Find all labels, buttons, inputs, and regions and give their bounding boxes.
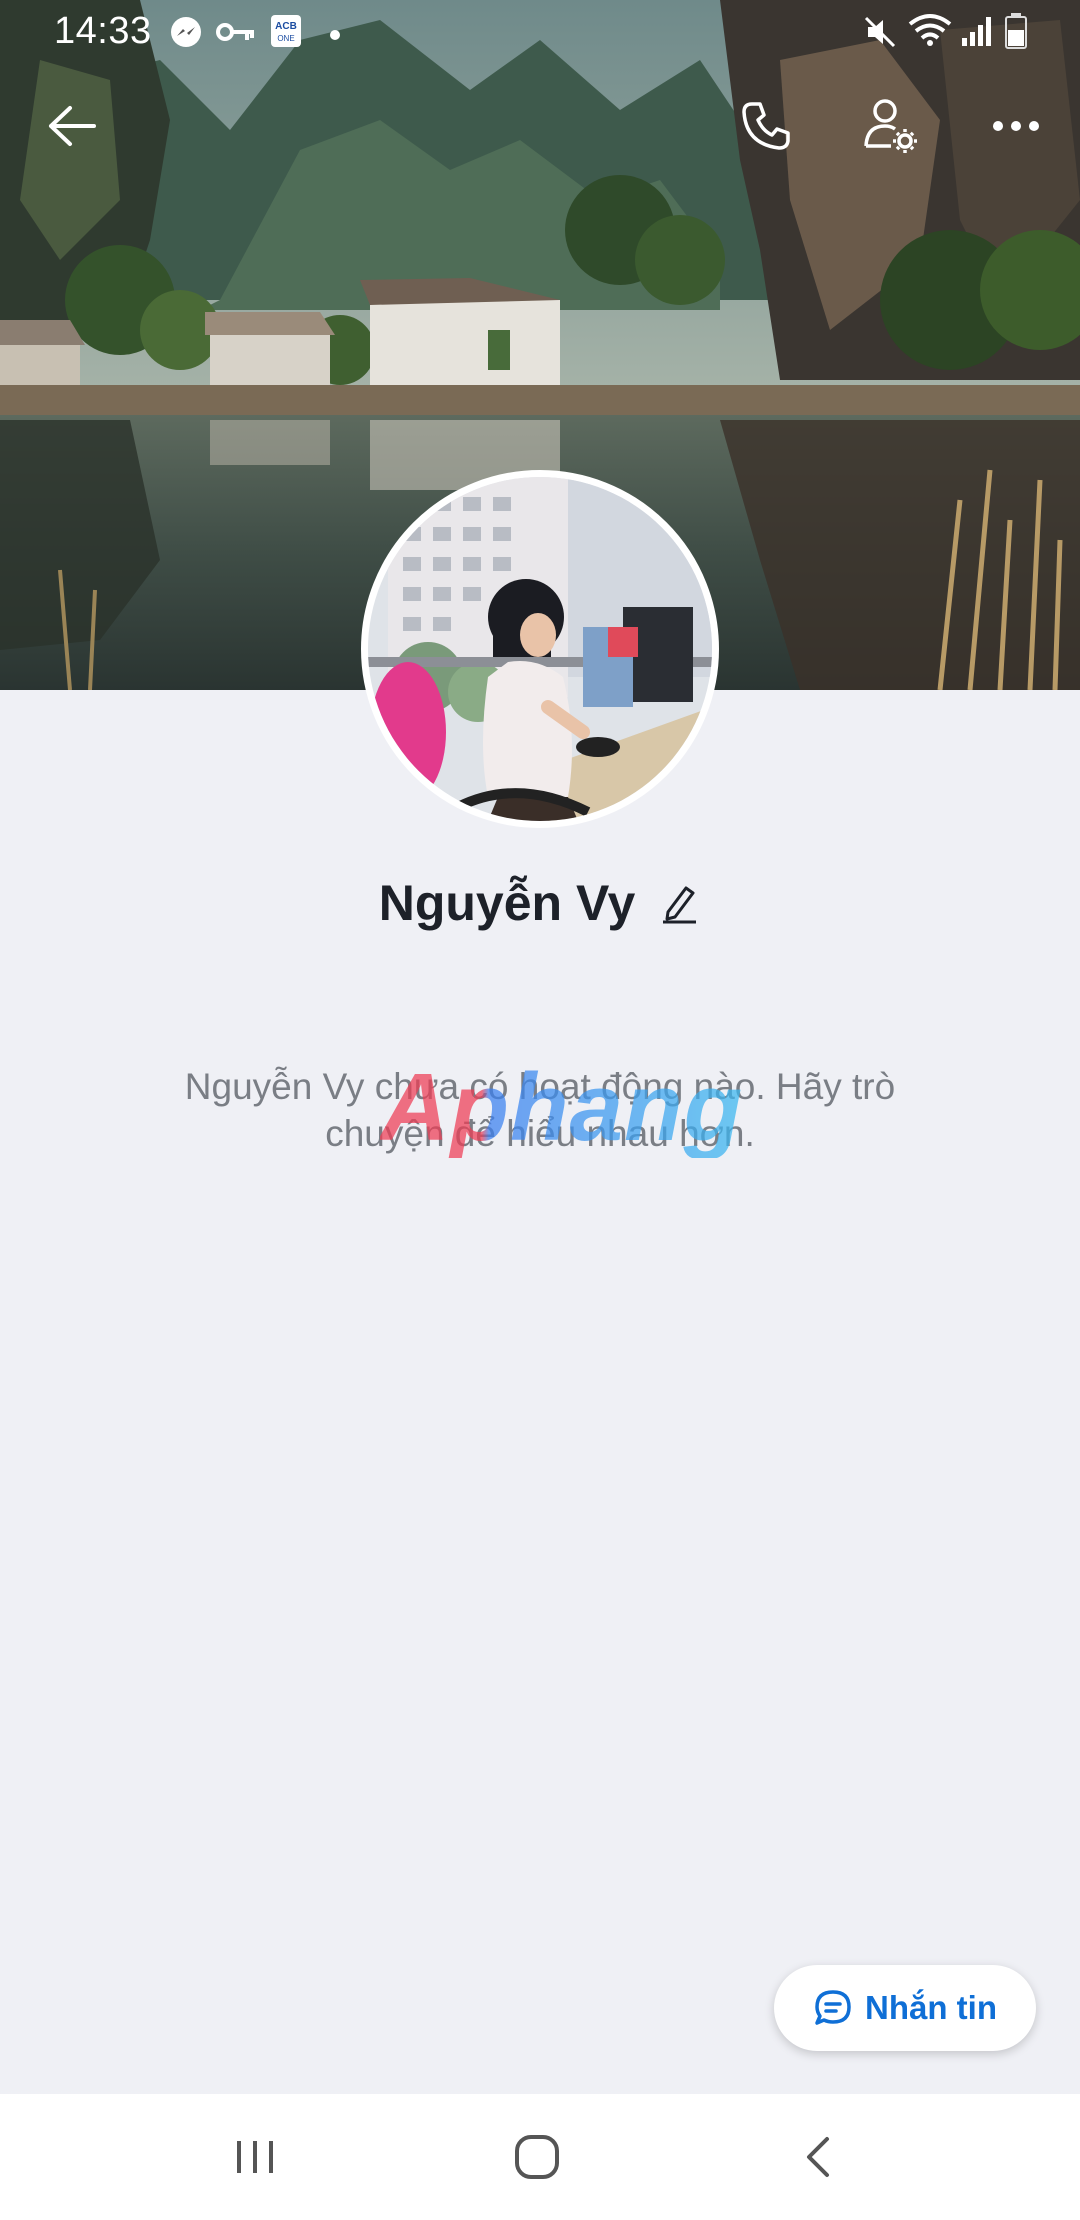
system-nav-bar <box>0 2094 1080 2220</box>
home-button[interactable] <box>477 2114 597 2200</box>
more-horizontal-icon <box>993 121 1039 131</box>
arrow-left-icon <box>49 106 96 146</box>
recents-button[interactable] <box>195 2114 315 2200</box>
more-options-button[interactable] <box>976 86 1056 166</box>
send-message-button[interactable]: Nhắn tin <box>774 1965 1036 2051</box>
nav-back-button[interactable] <box>758 2114 878 2200</box>
user-settings-icon <box>864 99 917 153</box>
key-icon <box>216 18 256 51</box>
edit-name-button[interactable] <box>657 881 701 925</box>
signal-icon <box>960 14 994 53</box>
avatar[interactable] <box>361 470 719 828</box>
recents-icon <box>237 2141 273 2173</box>
dot-icon <box>330 27 340 45</box>
home-icon <box>515 2135 559 2179</box>
profile-settings-button[interactable] <box>851 86 931 166</box>
mute-icon <box>862 14 898 55</box>
phone-icon <box>742 102 790 150</box>
status-time: 14:33 <box>54 10 152 52</box>
call-button[interactable] <box>726 86 806 166</box>
nav-back-icon <box>807 2137 829 2177</box>
acb-one-icon: ACB ONE <box>270 14 302 53</box>
back-button[interactable] <box>32 86 112 166</box>
svg-text:ONE: ONE <box>277 34 294 43</box>
watermark-logo: Aphang <box>380 1054 744 1161</box>
profile-name: Nguyễn Vy <box>378 875 636 931</box>
send-message-label: Nhắn tin <box>865 1989 997 2026</box>
pencil-icon <box>663 886 697 924</box>
profile-name-row: Nguyễn Vy <box>0 868 1080 938</box>
svg-text:ACB: ACB <box>275 21 297 32</box>
wifi-icon <box>908 12 952 53</box>
chat-bubble-icon <box>815 1990 851 2025</box>
status-bar: 14:33 ACB ONE <box>0 0 1080 66</box>
messenger-icon <box>168 14 204 55</box>
battery-icon <box>1004 12 1028 55</box>
